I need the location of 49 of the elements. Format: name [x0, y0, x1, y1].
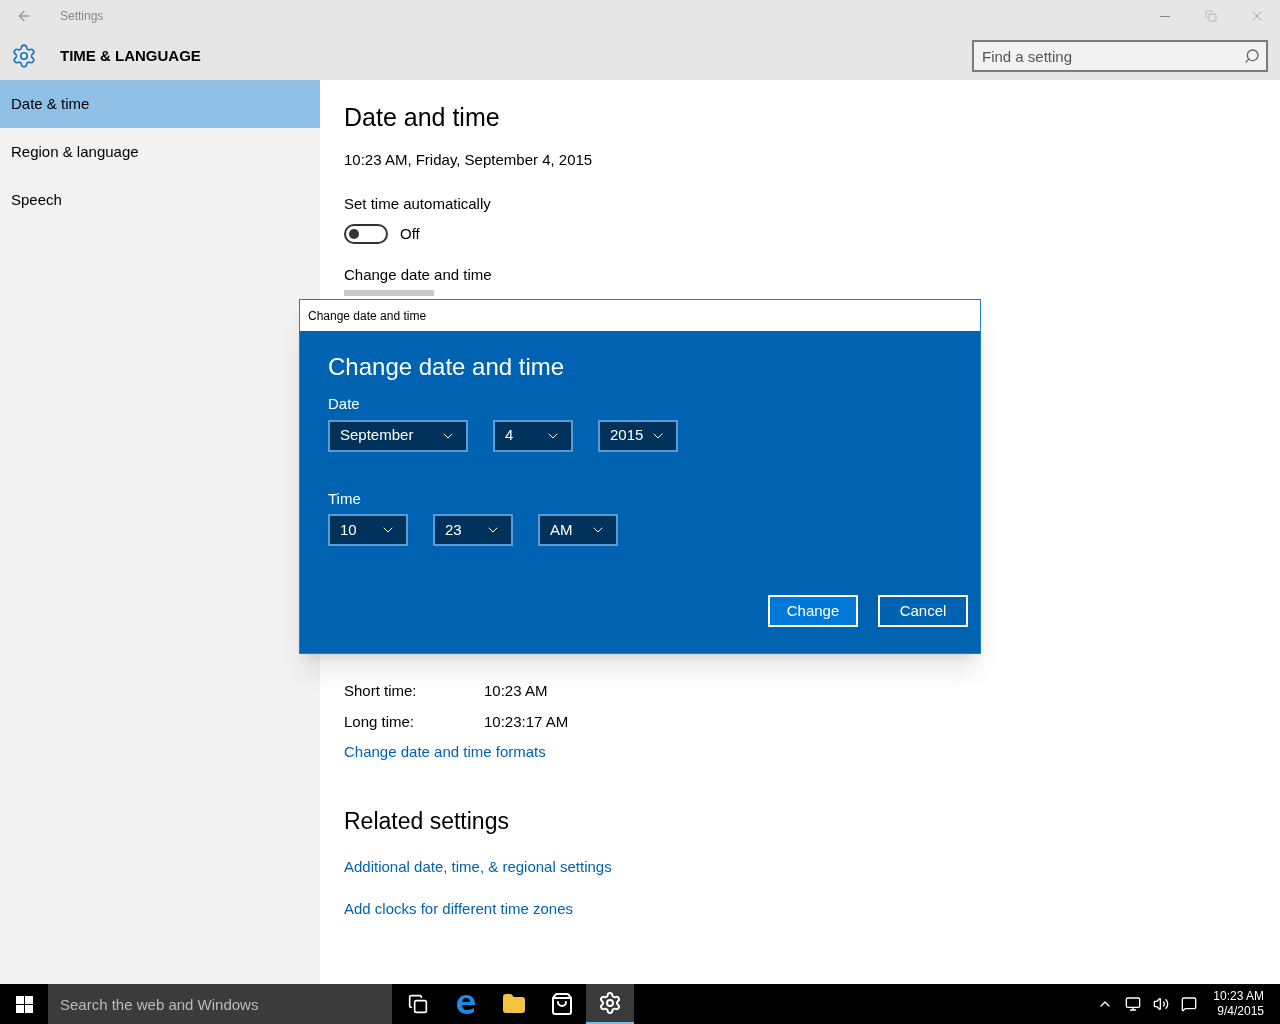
windows-logo-icon [15, 995, 33, 1013]
section-heading: Date and time [344, 102, 501, 133]
toggle-state-text: Off [400, 224, 420, 244]
formats-link[interactable]: Change date and time formats [344, 741, 546, 764]
search-icon [1244, 48, 1260, 64]
settings-gear-icon [11, 43, 37, 69]
field-label: Time [328, 488, 362, 509]
window-title: Settings [60, 8, 104, 24]
setting-label: Set time automatically [344, 193, 492, 214]
search-field[interactable]: Find a setting [972, 40, 1268, 72]
dialog-title: Change date and time [308, 307, 427, 325]
volume-icon[interactable] [1153, 996, 1170, 1012]
format-label: Long time: [344, 712, 416, 733]
taskbar-app-button[interactable] [586, 984, 634, 1024]
setting-label: Change date and time [344, 264, 493, 285]
dropdown[interactable]: September [328, 419, 468, 452]
clock-date: 9/4/2015 [1217, 1004, 1264, 1019]
sidebar-item[interactable]: Region & language [0, 128, 320, 176]
related-link[interactable]: Add clocks for different time zones [344, 897, 573, 920]
task-view-icon [408, 994, 428, 1014]
format-value: 10:23:17 AM [484, 712, 569, 733]
field-label: Date [328, 394, 361, 414]
dropdown[interactable]: 4 [493, 419, 573, 452]
related-link[interactable]: Additional date, time, & regional settings [344, 856, 612, 879]
clock-time: 10:23 AM [1213, 989, 1264, 1004]
restore-icon [1205, 10, 1217, 22]
minimize-icon [1160, 15, 1170, 17]
sidebar-item[interactable]: Speech [0, 176, 320, 224]
dialog-button[interactable]: Change [768, 595, 858, 627]
dropdown[interactable]: 23 [433, 514, 513, 546]
toggle-switch[interactable] [344, 224, 388, 245]
settings-icon [598, 991, 622, 1015]
dialog-button[interactable]: Cancel [878, 595, 968, 627]
taskbar-search-field[interactable]: Search the web and Windows [48, 984, 392, 1024]
section-heading: Related settings [344, 806, 510, 836]
format-label: Short time: [344, 681, 418, 702]
format-value: 10:23 AM [484, 681, 548, 702]
dropdown[interactable]: AM [538, 514, 618, 546]
store-bag-icon [550, 992, 574, 1016]
browser-e-icon [454, 992, 478, 1016]
message-icon[interactable] [1181, 996, 1198, 1012]
sidebar-item[interactable]: Date & time [0, 80, 320, 128]
folder-icon [502, 992, 526, 1016]
back-arrow-icon [16, 8, 32, 24]
dropdown[interactable]: 2015 [598, 419, 678, 452]
page-title: TIME & LANGUAGE [60, 45, 201, 66]
current-date-time: 10:23 AM, Friday, September 4, 2015 [344, 150, 594, 170]
dropdown[interactable]: 10 [328, 514, 408, 546]
dialog-heading: Change date and time [328, 352, 566, 382]
